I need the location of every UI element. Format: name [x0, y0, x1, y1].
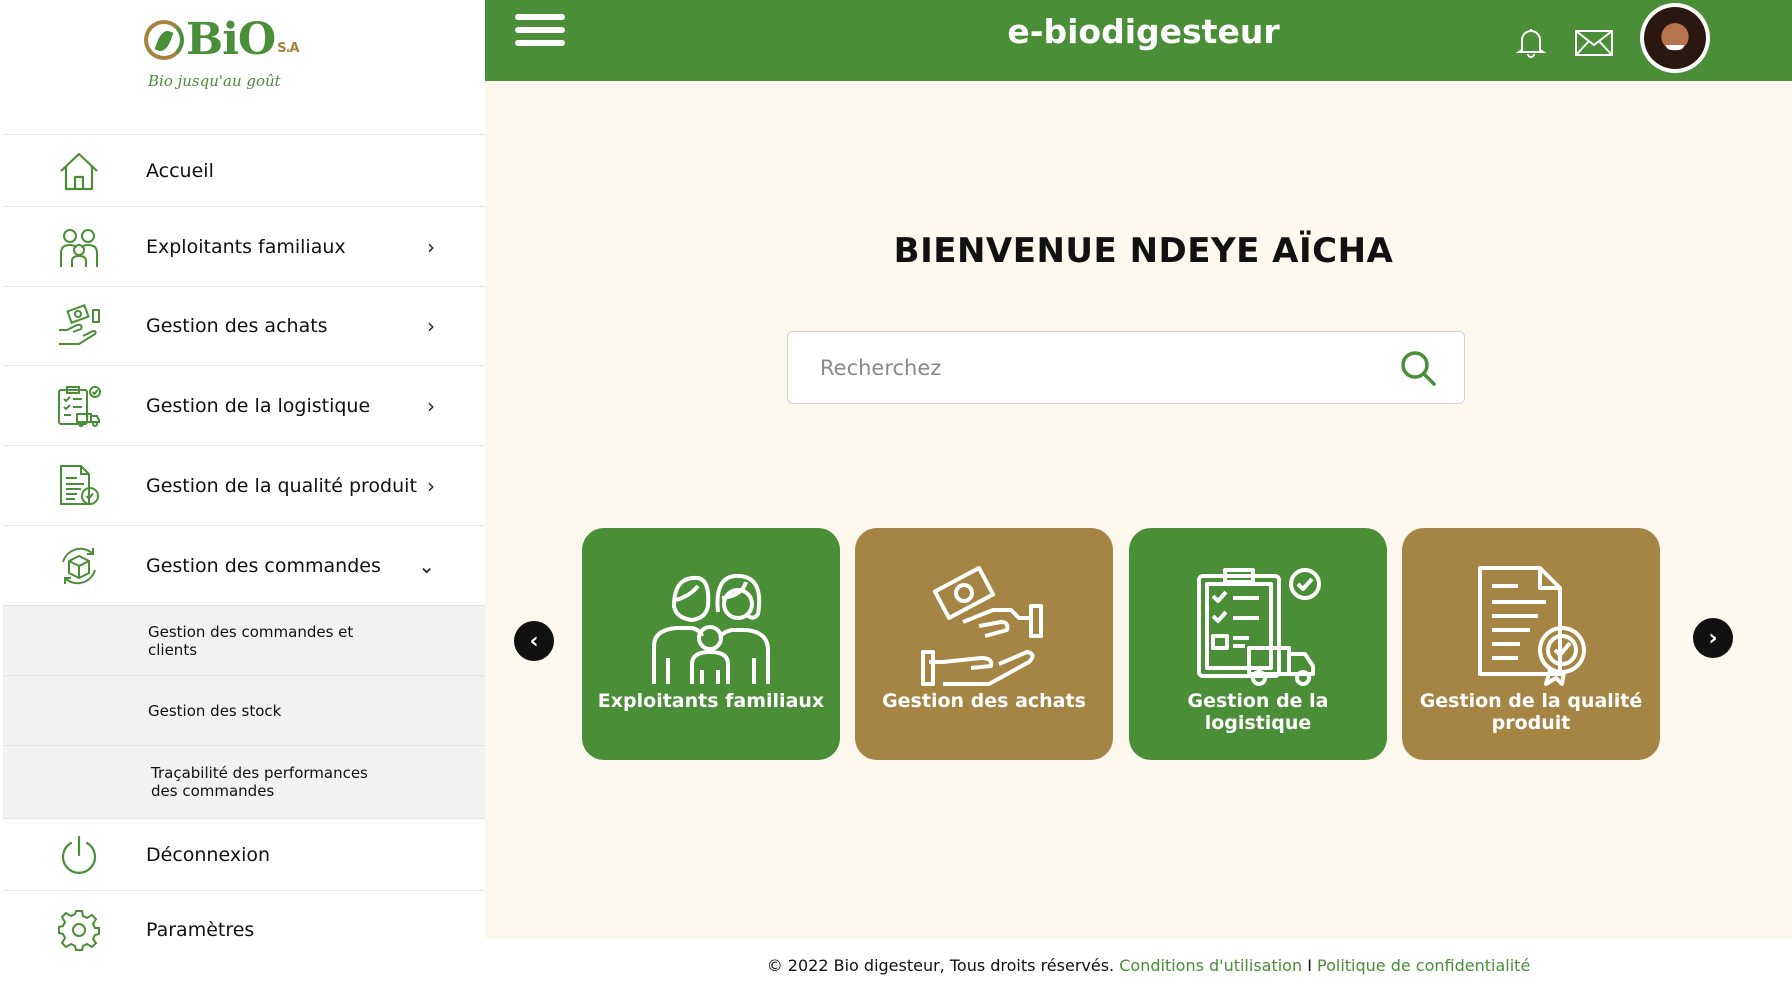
carousel-next-button[interactable]: › — [1693, 618, 1733, 658]
footer-separator: I — [1307, 956, 1312, 975]
sidebar-item-label: Déconnexion — [146, 843, 271, 866]
top-header: e-biodigesteur — [485, 0, 1792, 81]
sidebar-item-commandes[interactable]: Gestion des commandes ⌄ — [3, 525, 485, 605]
card-label: Gestion des achats — [882, 690, 1086, 712]
sidebar-item-label: Paramètres — [146, 919, 255, 941]
home-icon — [60, 152, 98, 190]
card-label: Gestion de la qualité produit — [1419, 690, 1643, 734]
sidebar-subitem-stock[interactable]: Gestion des stock — [3, 675, 485, 745]
mail-icon[interactable] — [1575, 30, 1613, 56]
logo-text: BiO — [186, 14, 276, 65]
chevron-left-icon: ‹ — [529, 628, 539, 654]
profile-photo — [1644, 7, 1706, 69]
family-icon — [60, 228, 98, 267]
power-icon — [61, 835, 97, 874]
sidebar-subitem-commandes-clients[interactable]: Gestion des commandes et clients — [3, 605, 485, 675]
sidebar-item-label: Gestion des achats — [146, 315, 328, 337]
sidebar: BiO S.A Bio jusqu'au goût Accueil Exploit… — [0, 0, 485, 994]
chevron-right-icon: › — [427, 393, 435, 418]
terms-link[interactable]: Conditions d'utilisation — [1119, 956, 1302, 975]
sidebar-item-deconnexion[interactable]: Déconnexion — [3, 818, 485, 890]
clipboard-truck-icon — [58, 385, 101, 427]
sidebar-item-qualite[interactable]: Gestion de la qualité produit › — [3, 445, 485, 525]
gear-icon — [58, 910, 100, 951]
chevron-right-icon: › — [427, 314, 435, 338]
search-icon[interactable] — [1398, 348, 1438, 388]
main-content: BIENVENUE NDEYE AÏCHA — [485, 81, 1792, 938]
handshake-money-icon — [921, 566, 1043, 686]
privacy-link[interactable]: Politique de confidentialité — [1317, 956, 1530, 975]
family-icon — [652, 573, 770, 684]
sidebar-subitem-label: Traçabilité des performances des command… — [151, 764, 368, 800]
card-label: Exploitants familiaux — [597, 690, 825, 712]
search-input[interactable] — [820, 350, 1360, 386]
card-gestion-logistique[interactable]: Gestion de la logistique — [1129, 528, 1387, 760]
card-label: Gestion de la logistique — [1187, 690, 1329, 734]
sidebar-item-accueil[interactable]: Accueil — [3, 134, 485, 206]
search-box — [787, 331, 1465, 404]
welcome-heading: BIENVENUE NDEYE AÏCHA — [893, 231, 1394, 271]
sidebar-item-logistique[interactable]: Gestion de la logistique › — [3, 365, 485, 445]
sidebar-item-label: Gestion des commandes — [146, 554, 381, 577]
brand-logo[interactable]: BiO S.A Bio jusqu'au goût — [140, 14, 310, 104]
handshake-money-icon — [59, 304, 100, 345]
card-exploitants-familiaux[interactable]: Exploitants familiaux — [582, 528, 840, 760]
sidebar-item-exploitants[interactable]: Exploitants familiaux › — [3, 206, 485, 286]
box-cycle-icon — [62, 547, 96, 584]
sidebar-item-parametres[interactable]: Paramètres — [3, 890, 485, 969]
chevron-right-icon: › — [1708, 625, 1718, 651]
sidebar-subitem-label: Gestion des stock — [148, 701, 282, 720]
sidebar-item-label: Gestion de la qualité produit — [146, 474, 417, 497]
chevron-down-icon: ⌄ — [418, 553, 435, 578]
certificate-icon — [1478, 566, 1586, 686]
chevron-right-icon: › — [427, 234, 435, 259]
bell-icon[interactable] — [1516, 26, 1546, 58]
sidebar-subitem-label: Gestion des commandes et clients — [148, 622, 354, 659]
sidebar-item-label: Accueil — [146, 159, 214, 182]
card-gestion-achats[interactable]: Gestion des achats — [855, 528, 1113, 760]
leaf-icon — [144, 20, 184, 60]
chevron-right-icon: › — [427, 473, 435, 498]
clipboard-truck-icon — [1197, 568, 1321, 686]
carousel-prev-button[interactable]: ‹ — [514, 621, 554, 661]
sidebar-menu: Accueil Exploitants familiaux › Gestion … — [3, 134, 485, 969]
avatar[interactable] — [1640, 3, 1710, 73]
logo-tagline: Bio jusqu'au goût — [148, 72, 281, 90]
sidebar-item-achats[interactable]: Gestion des achats › — [3, 286, 485, 365]
footer-copyright: © 2022 Bio digesteur, Tous droits réserv… — [766, 956, 1115, 975]
sidebar-subitem-tracabilite[interactable]: Traçabilité des performances des command… — [3, 745, 485, 818]
card-gestion-qualite[interactable]: Gestion de la qualité produit — [1402, 528, 1660, 760]
sidebar-item-label: Exploitants familiaux — [146, 235, 346, 258]
logo-suffix: S.A — [277, 41, 299, 56]
footer: © 2022 Bio digesteur, Tous droits réserv… — [485, 938, 1792, 994]
certificate-icon — [60, 464, 99, 505]
sidebar-item-label: Gestion de la logistique — [146, 394, 371, 417]
